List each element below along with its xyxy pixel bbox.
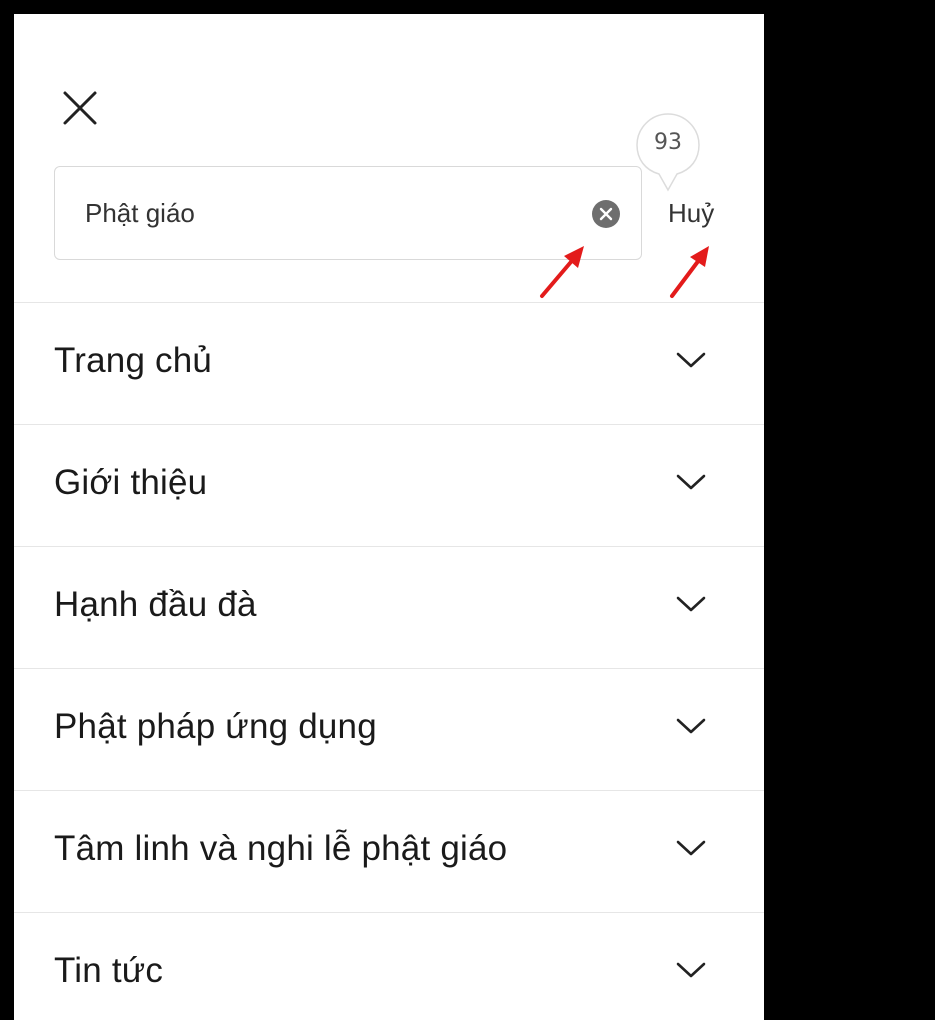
- chevron-down-icon[interactable]: [674, 593, 708, 615]
- menu-item-phat-phap-ung-dung[interactable]: Phật pháp ứng dụng: [14, 668, 764, 790]
- close-icon: [63, 91, 97, 125]
- menu-item-label: Tin tức: [54, 951, 164, 990]
- annotation-arrow-cancel: [670, 246, 709, 298]
- clear-search-button[interactable]: [592, 200, 620, 228]
- menu-item-tin-tuc[interactable]: Tin tức: [14, 912, 764, 1020]
- menu-item-label: Giới thiệu: [54, 463, 208, 502]
- menu-item-label: Phật pháp ứng dụng: [54, 707, 377, 746]
- menu-item-label: Hạnh đầu đà: [54, 585, 257, 624]
- mobile-menu-panel: 93 Huỷ Trang chủ Giới thiệu: [14, 14, 764, 1020]
- navigation-menu: Trang chủ Giới thiệu Hạnh đầu đà Phật ph…: [14, 302, 764, 1020]
- chevron-down-icon[interactable]: [674, 471, 708, 493]
- menu-item-gioi-thieu[interactable]: Giới thiệu: [14, 424, 764, 546]
- menu-item-label: Tâm linh và nghi lễ phật giáo: [54, 829, 508, 868]
- chevron-down-icon[interactable]: [674, 715, 708, 737]
- search-input[interactable]: [85, 189, 565, 237]
- search-field[interactable]: [54, 166, 642, 260]
- result-count: 93: [654, 130, 682, 155]
- chevron-down-icon[interactable]: [674, 837, 708, 859]
- result-count-badge: 93: [635, 112, 701, 192]
- close-button[interactable]: [58, 86, 102, 130]
- screen: 93 Huỷ Trang chủ Giới thiệu: [0, 0, 935, 1020]
- menu-item-trang-chu[interactable]: Trang chủ: [14, 302, 764, 424]
- menu-item-hanh-dau-da[interactable]: Hạnh đầu đà: [14, 546, 764, 668]
- chevron-down-icon[interactable]: [674, 959, 708, 981]
- menu-item-label: Trang chủ: [54, 341, 213, 380]
- menu-item-tam-linh[interactable]: Tâm linh và nghi lễ phật giáo: [14, 790, 764, 912]
- cancel-button[interactable]: Huỷ: [668, 198, 714, 229]
- clear-circle-icon: [599, 207, 613, 221]
- chevron-down-icon[interactable]: [674, 349, 708, 371]
